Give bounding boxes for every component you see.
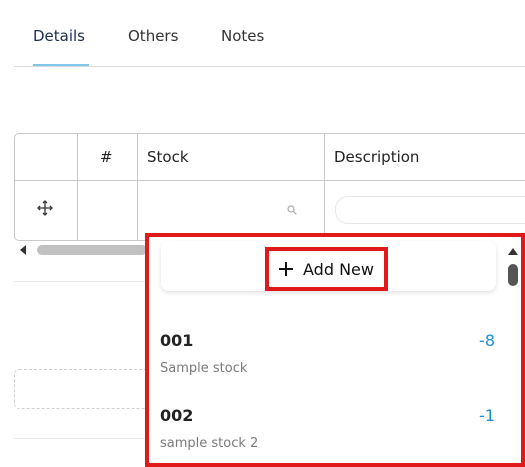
- stock-description: sample stock 2: [160, 436, 259, 451]
- list-item[interactable]: 001 -8 Sample stock: [160, 331, 495, 381]
- stock-quantity: -1: [479, 406, 495, 425]
- scroll-up-arrow-icon[interactable]: [508, 248, 518, 255]
- tab-details[interactable]: Details: [33, 27, 85, 45]
- active-tab-indicator: [33, 64, 89, 66]
- add-new-button[interactable]: Add New: [265, 247, 388, 291]
- plus-icon: [279, 262, 294, 276]
- scroll-left-arrow-icon[interactable]: [20, 245, 26, 255]
- stock-quantity: -8: [479, 331, 495, 350]
- tab-notes[interactable]: Notes: [221, 27, 264, 45]
- stock-grid: # Stock Description: [14, 133, 525, 241]
- stock-code: 001: [160, 331, 194, 350]
- horizontal-scrollbar-thumb[interactable]: [37, 245, 147, 255]
- description-input[interactable]: [335, 196, 525, 224]
- column-header-number: #: [100, 148, 113, 166]
- column-header-description: Description: [334, 148, 420, 166]
- column-header-stock: Stock: [147, 148, 189, 166]
- column-divider: [77, 134, 78, 240]
- stock-dropdown: Add New 001 -8 Sample stock 002 -1 sampl…: [145, 233, 525, 467]
- section-divider: [14, 438, 154, 439]
- stock-description: Sample stock: [160, 361, 248, 376]
- column-divider: [137, 134, 138, 240]
- header-divider: [15, 180, 525, 181]
- column-divider: [324, 134, 325, 240]
- stock-code: 002: [160, 406, 194, 425]
- list-item[interactable]: 002 -1 sample stock 2: [160, 406, 495, 456]
- vertical-scrollbar-thumb[interactable]: [508, 264, 518, 286]
- section-divider: [14, 281, 154, 282]
- background-field[interactable]: [14, 369, 154, 409]
- add-new-label: Add New: [303, 259, 374, 279]
- search-icon[interactable]: [287, 205, 297, 215]
- tab-bar: Details Others Notes: [14, 0, 525, 67]
- move-icon[interactable]: [37, 200, 53, 216]
- tab-others[interactable]: Others: [128, 27, 178, 45]
